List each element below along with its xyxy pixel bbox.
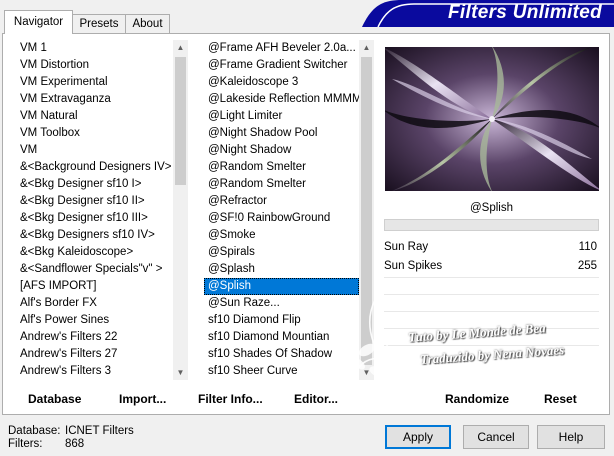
param-divider (384, 277, 599, 278)
list-item[interactable]: @Random Smelter (204, 159, 359, 176)
list-item[interactable]: VM Extravaganza (16, 91, 173, 108)
filter-info-button[interactable]: Filter Info... (198, 389, 263, 409)
param-sun-spikes[interactable]: Sun Spikes 255 (384, 258, 599, 275)
tab-presets[interactable]: Presets (72, 14, 126, 33)
tab-navigator[interactable]: Navigator (4, 10, 73, 34)
help-button-label: Help (558, 430, 584, 444)
parameter-slider[interactable] (384, 219, 599, 231)
database-info-value: ICNET Filters (65, 425, 134, 437)
help-button[interactable]: Help (537, 425, 605, 449)
list-item[interactable]: @Sun Raze... (204, 295, 359, 312)
scroll-up-icon[interactable]: ▲ (359, 40, 374, 55)
database-info-label: Database: (8, 425, 61, 437)
param-label: Sun Ray (384, 241, 429, 253)
list-item[interactable]: @Frame AFH Beveler 2.0a... (204, 40, 359, 57)
list-item[interactable]: &<Bkg Designer sf10 III> (16, 210, 173, 227)
scroll-down-icon[interactable]: ▼ (173, 365, 188, 380)
list-item[interactable]: @Kaleidoscope 3 (204, 74, 359, 91)
filter-list[interactable]: @Frame AFH Beveler 2.0a... @Frame Gradien… (204, 40, 359, 380)
filters-unlimited-banner: Filters Unlimited (362, 0, 614, 27)
list-item[interactable]: VM Toolbox (16, 125, 173, 142)
list-item[interactable]: @Spirals (204, 244, 359, 261)
list-item[interactable]: @Frame Gradient Switcher (204, 57, 359, 74)
list-item[interactable]: @Lakeside Reflection MMMM (204, 91, 359, 108)
list-item[interactable]: &<Bkg Designers sf10 IV> (16, 227, 173, 244)
list-item[interactable]: sf10 Diamond Mountian (204, 329, 359, 346)
param-value: 110 (578, 241, 597, 253)
database-button-label: Database (28, 392, 82, 406)
editor-button-label: Editor... (294, 392, 339, 406)
cancel-button[interactable]: Cancel (463, 425, 529, 449)
list-item[interactable]: @Refractor (204, 193, 359, 210)
filters-count-value: 868 (65, 438, 85, 450)
database-button[interactable]: Database (28, 389, 81, 409)
list-item[interactable]: Alf's Border FX (16, 295, 173, 312)
tab-presets-label: Presets (79, 18, 119, 30)
list-item[interactable]: VM Experimental (16, 74, 173, 91)
list-item[interactable]: VM 1 (16, 40, 173, 57)
list-item[interactable]: VM (16, 142, 173, 159)
randomize-button[interactable]: Randomize (445, 389, 509, 409)
list-item[interactable]: @Light Limiter (204, 108, 359, 125)
list-item[interactable]: @Night Shadow Pool (204, 125, 359, 142)
import-button-label: Import... (119, 392, 167, 406)
list-item[interactable]: Alf's Power Sines (16, 312, 173, 329)
tab-about-label: About (132, 18, 163, 30)
list-item[interactable]: &<Background Designers IV> (16, 159, 173, 176)
param-sun-ray[interactable]: Sun Ray 110 (384, 239, 599, 256)
list-item[interactable]: @Night Shadow (204, 142, 359, 159)
scrollbar-thumb[interactable] (175, 57, 186, 185)
list-item[interactable]: [AFS IMPORT] (16, 278, 173, 295)
reset-button-label: Reset (544, 392, 577, 406)
list-item[interactable]: Andrew's Filters 22 (16, 329, 173, 346)
list-item[interactable]: Andrew's Filters 3 (16, 363, 173, 380)
filters-count-label: Filters: (8, 438, 43, 450)
filter-info-button-label: Filter Info... (198, 392, 263, 406)
param-label: Sun Spikes (384, 260, 443, 272)
list-item[interactable]: sf10 Diamond Flip (204, 312, 359, 329)
list-item[interactable]: &<Bkg Designer sf10 I> (16, 176, 173, 193)
reset-button[interactable]: Reset (544, 389, 577, 409)
list-item[interactable]: sf10 Sheer Curve (204, 363, 359, 380)
category-scrollbar[interactable]: ▲ ▼ (173, 40, 188, 380)
list-item[interactable]: @Smoke (204, 227, 359, 244)
list-item[interactable]: Andrew's Filters 27 (16, 346, 173, 363)
tab-navigator-label: Navigator (13, 16, 64, 28)
list-item[interactable]: &<Sandflower Specials"v" > (16, 261, 173, 278)
editor-button[interactable]: Editor... (294, 389, 338, 409)
filter-name-label: @Splish (470, 202, 513, 214)
category-list[interactable]: VM 1 VM Distortion VM Experimental VM Extra… (16, 40, 173, 380)
list-item[interactable]: @Splish (204, 278, 359, 295)
preview-graphic (385, 47, 599, 191)
banner-title: Filters Unlimited (448, 2, 602, 23)
cancel-button-label: Cancel (477, 430, 515, 444)
list-item[interactable]: @SF!0 RainbowGround (204, 210, 359, 227)
list-item[interactable]: VM Natural (16, 108, 173, 125)
param-value: 255 (577, 260, 597, 272)
scroll-up-icon[interactable]: ▲ (173, 40, 188, 55)
import-button[interactable]: Import... (119, 389, 166, 409)
apply-button-label: Apply (402, 430, 434, 444)
randomize-button-label: Randomize (445, 392, 510, 406)
list-item[interactable]: &<Bkg Kaleidoscope> (16, 244, 173, 261)
filter-preview-image (385, 47, 599, 191)
list-item[interactable]: &<Bkg Designer sf10 II> (16, 193, 173, 210)
list-item[interactable]: VM Distortion (16, 57, 173, 74)
tab-about[interactable]: About (125, 14, 170, 33)
list-item[interactable]: sf10 Shades Of Shadow (204, 346, 359, 363)
list-item[interactable]: @Random Smelter (204, 176, 359, 193)
list-item[interactable]: @Splash (204, 261, 359, 278)
apply-button[interactable]: Apply (385, 425, 451, 449)
